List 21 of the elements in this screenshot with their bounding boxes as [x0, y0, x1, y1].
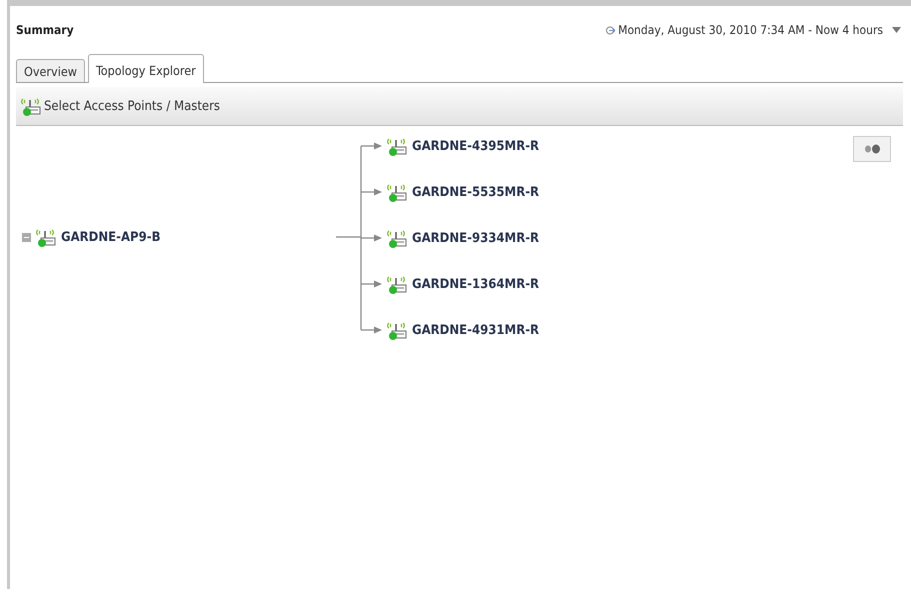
view-toggle-button[interactable] [853, 136, 891, 162]
arrow [361, 326, 382, 334]
node-label[interactable]: GARDNE-4931MR-R [412, 322, 540, 338]
select-access-points-button[interactable]: Select Access Points / Masters [20, 95, 220, 117]
node-label[interactable]: GARDNE-AP9-B [61, 230, 161, 244]
node-label[interactable]: GARDNE-9334MR-R [412, 230, 540, 246]
arrow [361, 280, 382, 288]
dropdown-icon[interactable] [892, 27, 901, 33]
dots-icon [863, 144, 881, 154]
tab[interactable]: Topology Explorer [88, 54, 204, 83]
arrow-icon [606, 26, 616, 34]
node-label[interactable]: GARDNE-4395MR-R [412, 138, 540, 154]
time-range-label[interactable]: Monday, August 30, 2010 7:34 AM - Now 4 hours [618, 23, 883, 37]
node-label[interactable]: GARDNE-5535MR-R [412, 184, 540, 200]
arrow [361, 234, 382, 242]
tab[interactable]: Overview [16, 59, 85, 82]
collapse-button[interactable] [22, 232, 31, 242]
arrow [361, 188, 382, 196]
panel-title: Summary [16, 23, 74, 37]
node-label[interactable]: GARDNE-1364MR-R [412, 276, 540, 292]
arrow [361, 142, 382, 150]
